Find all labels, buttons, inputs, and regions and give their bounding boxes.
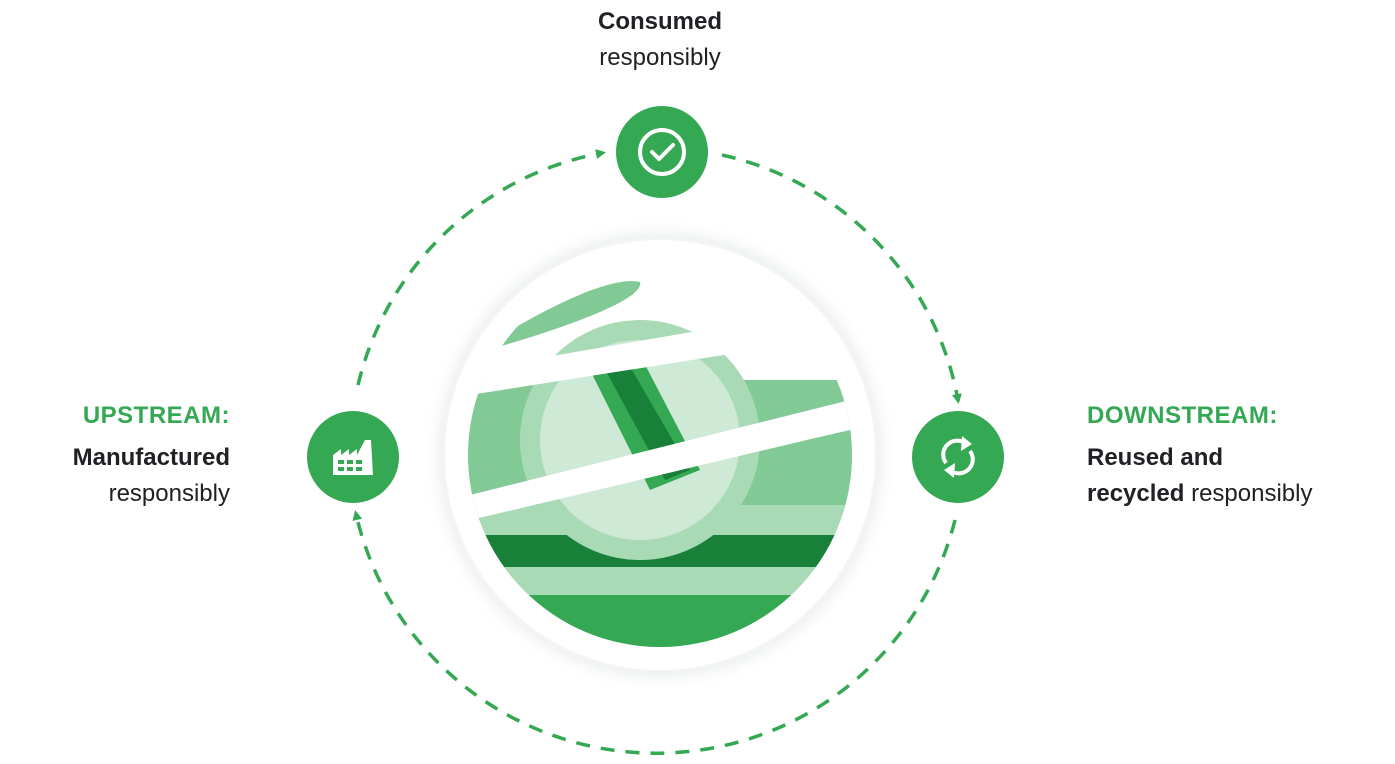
downstream-title-line2: recycled responsibly <box>1087 476 1387 512</box>
downstream-subtitle: responsibly <box>1184 480 1313 507</box>
consumed-subtitle: responsibly <box>599 44 721 71</box>
consumed-label: Consumed responsibly <box>560 4 760 76</box>
upstream-subtitle: responsibly <box>108 480 230 507</box>
upstream-label: UPSTREAM: Manufactured responsibly <box>0 398 230 512</box>
downstream-node <box>912 411 1004 503</box>
lifecycle-diagram: Consumed responsibly UPSTREAM: Manufactu… <box>0 0 1395 764</box>
consumed-title: Consumed <box>597 8 722 35</box>
upstream-heading: UPSTREAM: <box>82 402 230 429</box>
downstream-title-bold: recycled <box>1087 480 1185 507</box>
downstream-label: DOWNSTREAM: Reused and recycled responsi… <box>1087 398 1387 512</box>
cycle-graphic <box>307 106 1004 755</box>
consumed-node <box>616 106 708 198</box>
downstream-heading: DOWNSTREAM: <box>1087 402 1278 429</box>
upstream-title: Manufactured <box>72 444 230 471</box>
upstream-node <box>307 411 399 503</box>
downstream-title-line1: Reused and <box>1087 444 1224 471</box>
